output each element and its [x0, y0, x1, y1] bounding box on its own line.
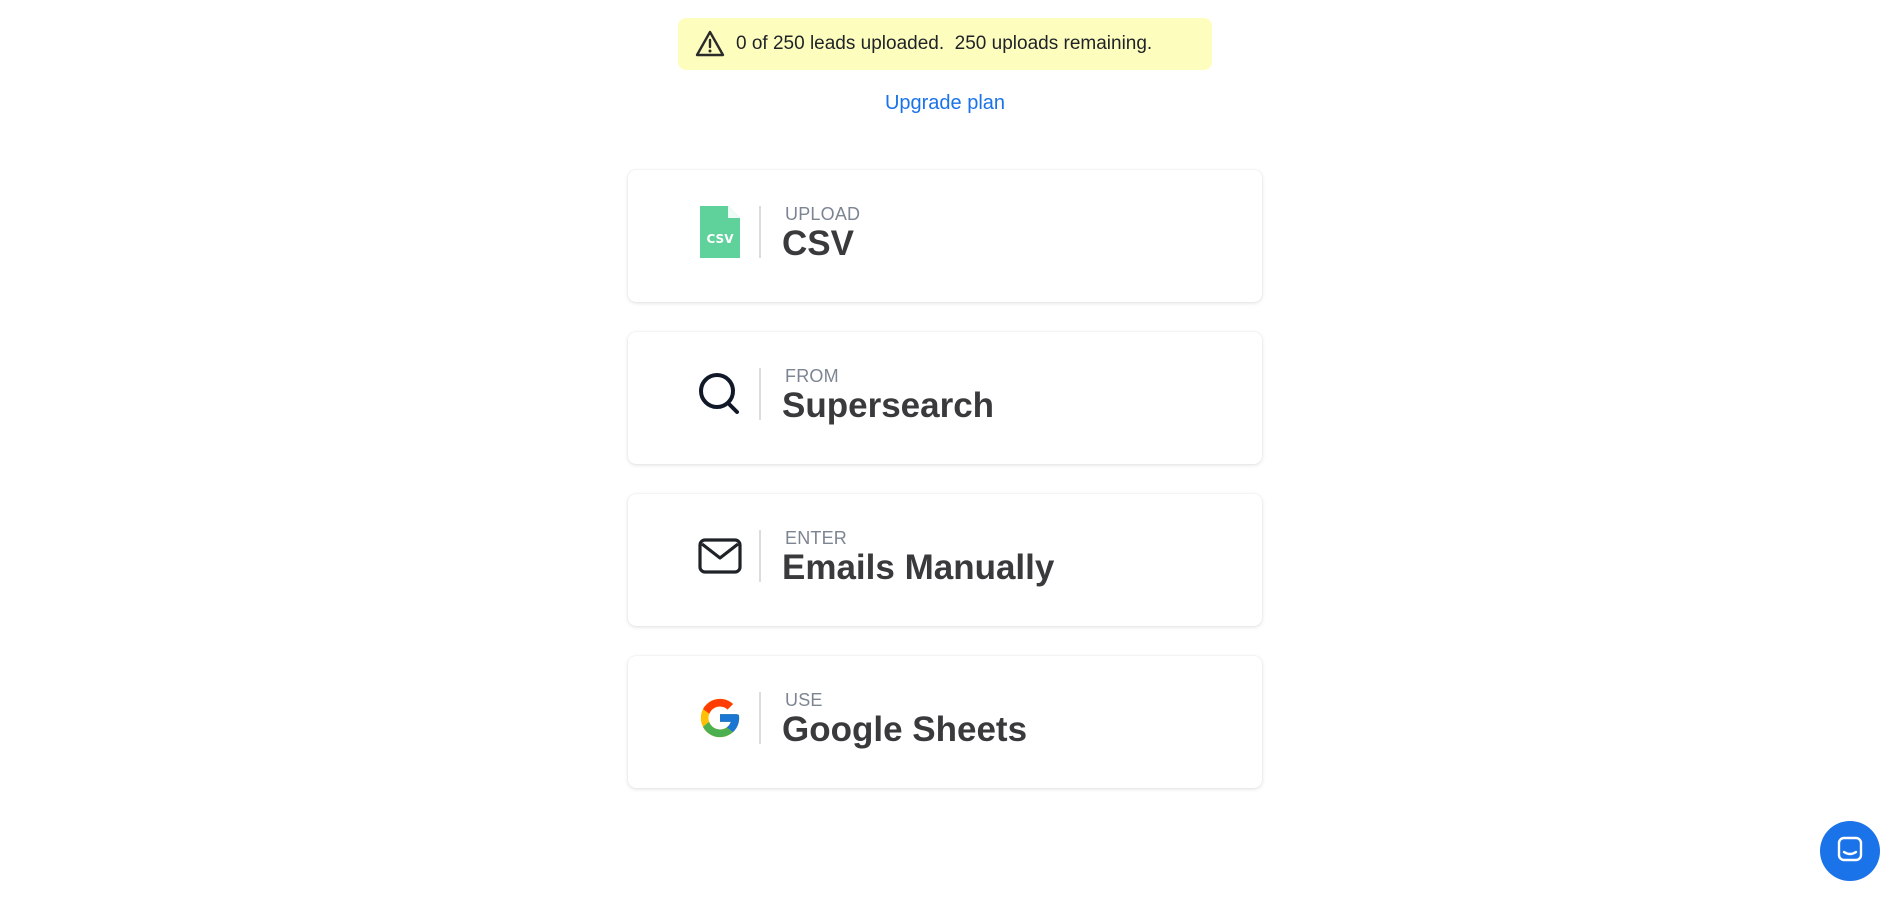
google-sheets-card[interactable]: USE Google Sheets — [628, 656, 1262, 788]
usage-banner: 0 of 250 leads uploaded. 250 uploads rem… — [678, 18, 1212, 70]
card-eyebrow: ENTER — [785, 528, 848, 548]
chat-icon — [1836, 835, 1864, 868]
card-title: Emails Manually — [782, 548, 1055, 587]
chat-launcher-button[interactable] — [1820, 821, 1880, 881]
supersearch-card[interactable]: FROM Supersearch — [628, 332, 1262, 464]
csv-file-icon: CSV — [692, 204, 748, 260]
card-title: Supersearch — [782, 386, 995, 425]
google-icon — [692, 690, 748, 746]
svg-text:CSV: CSV — [707, 232, 735, 246]
mail-icon — [692, 528, 748, 584]
card-divider — [759, 206, 761, 258]
card-eyebrow: UPLOAD — [785, 204, 861, 224]
card-divider — [759, 368, 761, 420]
upgrade-plan-link[interactable]: Upgrade plan — [0, 92, 1890, 115]
card-title: CSV — [782, 224, 854, 263]
card-divider — [759, 530, 761, 582]
search-icon — [692, 366, 748, 422]
card-divider — [759, 692, 761, 744]
enter-emails-card[interactable]: ENTER Emails Manually — [628, 494, 1262, 626]
page: 0 of 250 leads uploaded. 250 uploads rem… — [0, 0, 1890, 901]
card-eyebrow: FROM — [785, 366, 839, 386]
usage-banner-text: 0 of 250 leads uploaded. 250 uploads rem… — [736, 33, 1153, 54]
warning-triangle-icon — [694, 28, 726, 60]
card-eyebrow: USE — [785, 690, 823, 710]
card-title: Google Sheets — [782, 710, 1028, 749]
upload-csv-card[interactable]: CSV UPLOAD CSV — [628, 170, 1262, 302]
